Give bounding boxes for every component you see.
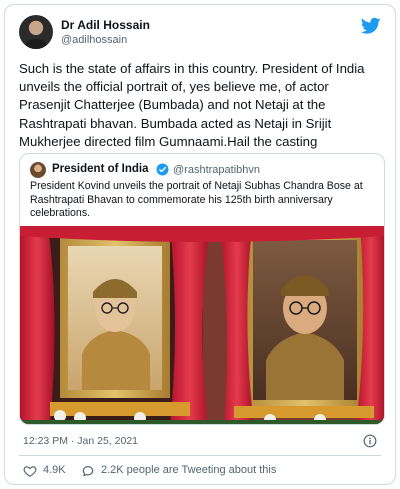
twitter-logo-icon[interactable] <box>361 17 381 35</box>
avatar[interactable] <box>19 15 53 49</box>
user-display-name[interactable]: Dr Adil Hossain <box>61 18 150 32</box>
tweet-header: Dr Adil Hossain @adilhossain <box>19 15 381 55</box>
quoted-tweet-header: President of India @rashtrapatibhvn <box>30 162 374 178</box>
verified-badge-icon <box>156 163 169 176</box>
user-handle[interactable]: @adilhossain <box>61 34 127 46</box>
tweet-timestamp[interactable]: 12:23 PM · Jan 25, 2021 <box>23 435 138 447</box>
like-count[interactable]: 4.9K <box>43 464 66 476</box>
tweeting-about-link[interactable]: 2.2K people are Tweeting about this <box>101 464 276 476</box>
divider <box>19 455 381 456</box>
heart-icon[interactable] <box>23 464 37 478</box>
tweet-text: Such is the state of affairs in this cou… <box>19 61 365 149</box>
quoted-tweet[interactable]: President of India @rashtrapatibhvn Pres… <box>19 153 385 425</box>
quoted-photo[interactable] <box>20 226 384 424</box>
quoted-avatar[interactable] <box>30 162 46 178</box>
tweet-actions: 4.9K 2.2K people are Tweeting about this <box>19 463 381 479</box>
portrait-photo-illustration <box>20 226 384 424</box>
reply-bubble-icon[interactable] <box>81 464 95 478</box>
quoted-display-name[interactable]: President of India <box>52 163 149 175</box>
tweet-card[interactable]: Dr Adil Hossain @adilhossain Such is the… <box>4 4 396 485</box>
quoted-handle[interactable]: @rashtrapatibhvn <box>173 164 260 176</box>
info-icon[interactable] <box>363 434 377 448</box>
quoted-tweet-text: President Kovind unveils the portrait of… <box>30 180 363 220</box>
